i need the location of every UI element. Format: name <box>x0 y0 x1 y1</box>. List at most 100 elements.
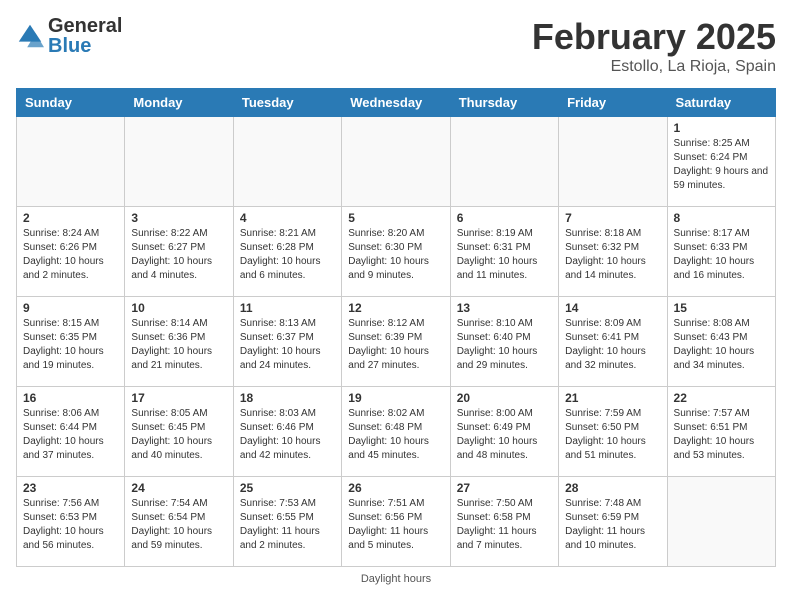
day-info: Sunrise: 8:05 AM Sunset: 6:45 PM Dayligh… <box>131 407 226 463</box>
day-info: Sunrise: 8:20 AM Sunset: 6:30 PM Dayligh… <box>348 227 443 283</box>
calendar-day-cell: 23 Sunrise: 7:56 AM Sunset: 6:53 PM Dayli… <box>17 477 125 567</box>
day-number: 7 <box>565 211 660 225</box>
calendar-day-cell: 7 Sunrise: 8:18 AM Sunset: 6:32 PM Daylig… <box>559 207 667 297</box>
footer: Daylight hours <box>16 573 776 585</box>
day-info: Sunrise: 8:10 AM Sunset: 6:40 PM Dayligh… <box>457 317 552 373</box>
calendar-day-cell: 16Sunrise: 8:06 AM Sunset: 6:44 PM Dayli… <box>17 387 125 477</box>
day-number: 26 <box>348 481 443 495</box>
calendar-day-cell <box>342 117 450 207</box>
day-number: 16 <box>23 391 118 405</box>
day-number: 6 <box>457 211 552 225</box>
day-number: 3 <box>131 211 226 225</box>
day-number: 15 <box>674 301 769 315</box>
day-number: 22 <box>674 391 769 405</box>
day-number: 21 <box>565 391 660 405</box>
calendar-week-row: 2 Sunrise: 8:24 AM Sunset: 6:26 PM Daylig… <box>17 207 776 297</box>
calendar-day-cell: 26Sunrise: 7:51 AM Sunset: 6:56 PM Dayli… <box>342 477 450 567</box>
calendar-day-cell <box>233 117 341 207</box>
day-info: Sunrise: 7:54 AM Sunset: 6:54 PM Dayligh… <box>131 497 226 553</box>
day-number: 5 <box>348 211 443 225</box>
day-number: 4 <box>240 211 335 225</box>
day-number: 11 <box>240 301 335 315</box>
day-info: Sunrise: 7:59 AM Sunset: 6:50 PM Dayligh… <box>565 407 660 463</box>
calendar-day-header: Thursday <box>450 89 558 117</box>
day-info: Sunrise: 8:19 AM Sunset: 6:31 PM Dayligh… <box>457 227 552 283</box>
calendar-day-header: Friday <box>559 89 667 117</box>
logo-general: General <box>48 16 122 36</box>
day-info: Sunrise: 8:13 AM Sunset: 6:37 PM Dayligh… <box>240 317 335 373</box>
day-number: 28 <box>565 481 660 495</box>
calendar-day-cell: 6 Sunrise: 8:19 AM Sunset: 6:31 PM Daylig… <box>450 207 558 297</box>
day-info: Sunrise: 8:09 AM Sunset: 6:41 PM Dayligh… <box>565 317 660 373</box>
calendar-day-cell: 19 Sunrise: 8:02 AM Sunset: 6:48 PM Dayli… <box>342 387 450 477</box>
calendar-day-header: Tuesday <box>233 89 341 117</box>
header: General Blue February 2025 Estollo, La R… <box>16 16 776 76</box>
calendar-table: SundayMondayTuesdayWednesdayThursdayFrid… <box>16 88 776 567</box>
calendar-day-cell <box>17 117 125 207</box>
calendar-header-row: SundayMondayTuesdayWednesdayThursdayFrid… <box>17 89 776 117</box>
day-number: 8 <box>674 211 769 225</box>
calendar-day-cell: 21 Sunrise: 7:59 AM Sunset: 6:50 PM Dayli… <box>559 387 667 477</box>
day-info: Sunrise: 7:56 AM Sunset: 6:53 PM Dayligh… <box>23 497 118 553</box>
day-number: 19 <box>348 391 443 405</box>
daylight-hours-label: Daylight hours <box>361 573 431 585</box>
logo-blue: Blue <box>48 36 122 56</box>
calendar-day-cell: 1 Sunrise: 8:25 AM Sunset: 6:24 PM Daylig… <box>667 117 775 207</box>
day-number: 18 <box>240 391 335 405</box>
calendar-day-header: Sunday <box>17 89 125 117</box>
day-info: Sunrise: 7:53 AM Sunset: 6:55 PM Dayligh… <box>240 497 335 553</box>
month-year: February 2025 <box>532 16 776 58</box>
calendar-week-row: 9Sunrise: 8:15 AM Sunset: 6:35 PM Daylig… <box>17 297 776 387</box>
day-number: 12 <box>348 301 443 315</box>
calendar-day-cell <box>125 117 233 207</box>
day-number: 17 <box>131 391 226 405</box>
calendar-week-row: 16Sunrise: 8:06 AM Sunset: 6:44 PM Dayli… <box>17 387 776 477</box>
day-info: Sunrise: 8:03 AM Sunset: 6:46 PM Dayligh… <box>240 407 335 463</box>
calendar-day-cell: 27Sunrise: 7:50 AM Sunset: 6:58 PM Dayli… <box>450 477 558 567</box>
calendar-day-cell: 10 Sunrise: 8:14 AM Sunset: 6:36 PM Dayli… <box>125 297 233 387</box>
calendar-day-cell <box>450 117 558 207</box>
location: Estollo, La Rioja, Spain <box>532 58 776 76</box>
calendar-day-cell: 8 Sunrise: 8:17 AM Sunset: 6:33 PM Daylig… <box>667 207 775 297</box>
day-number: 14 <box>565 301 660 315</box>
day-info: Sunrise: 8:25 AM Sunset: 6:24 PM Dayligh… <box>674 137 769 193</box>
day-number: 2 <box>23 211 118 225</box>
title-block: February 2025 Estollo, La Rioja, Spain <box>532 16 776 76</box>
day-info: Sunrise: 8:18 AM Sunset: 6:32 PM Dayligh… <box>565 227 660 283</box>
calendar-day-cell: 18 Sunrise: 8:03 AM Sunset: 6:46 PM Dayli… <box>233 387 341 477</box>
calendar-day-cell: 13 Sunrise: 8:10 AM Sunset: 6:40 PM Dayli… <box>450 297 558 387</box>
day-number: 1 <box>674 121 769 135</box>
day-info: Sunrise: 7:57 AM Sunset: 6:51 PM Dayligh… <box>674 407 769 463</box>
logo-text: General Blue <box>48 16 122 56</box>
day-info: Sunrise: 8:14 AM Sunset: 6:36 PM Dayligh… <box>131 317 226 373</box>
day-number: 9 <box>23 301 118 315</box>
page: General Blue February 2025 Estollo, La R… <box>0 0 792 601</box>
calendar-day-cell: 14 Sunrise: 8:09 AM Sunset: 6:41 PM Dayli… <box>559 297 667 387</box>
day-info: Sunrise: 8:21 AM Sunset: 6:28 PM Dayligh… <box>240 227 335 283</box>
calendar-day-cell: 12 Sunrise: 8:12 AM Sunset: 6:39 PM Dayli… <box>342 297 450 387</box>
calendar-day-cell: 20 Sunrise: 8:00 AM Sunset: 6:49 PM Dayli… <box>450 387 558 477</box>
day-info: Sunrise: 8:17 AM Sunset: 6:33 PM Dayligh… <box>674 227 769 283</box>
calendar-week-row: 23 Sunrise: 7:56 AM Sunset: 6:53 PM Dayli… <box>17 477 776 567</box>
day-info: Sunrise: 8:22 AM Sunset: 6:27 PM Dayligh… <box>131 227 226 283</box>
day-info: Sunrise: 8:00 AM Sunset: 6:49 PM Dayligh… <box>457 407 552 463</box>
calendar-week-row: 1 Sunrise: 8:25 AM Sunset: 6:24 PM Daylig… <box>17 117 776 207</box>
calendar-day-cell: 17 Sunrise: 8:05 AM Sunset: 6:45 PM Dayli… <box>125 387 233 477</box>
calendar-day-cell: 5 Sunrise: 8:20 AM Sunset: 6:30 PM Daylig… <box>342 207 450 297</box>
calendar-day-header: Saturday <box>667 89 775 117</box>
logo: General Blue <box>16 16 122 56</box>
day-info: Sunrise: 8:02 AM Sunset: 6:48 PM Dayligh… <box>348 407 443 463</box>
day-number: 13 <box>457 301 552 315</box>
day-info: Sunrise: 8:12 AM Sunset: 6:39 PM Dayligh… <box>348 317 443 373</box>
calendar-day-cell: 25Sunrise: 7:53 AM Sunset: 6:55 PM Dayli… <box>233 477 341 567</box>
day-info: Sunrise: 7:48 AM Sunset: 6:59 PM Dayligh… <box>565 497 660 553</box>
day-info: Sunrise: 8:08 AM Sunset: 6:43 PM Dayligh… <box>674 317 769 373</box>
calendar-day-cell: 24Sunrise: 7:54 AM Sunset: 6:54 PM Dayli… <box>125 477 233 567</box>
calendar-day-header: Monday <box>125 89 233 117</box>
day-info: Sunrise: 8:24 AM Sunset: 6:26 PM Dayligh… <box>23 227 118 283</box>
calendar-day-cell: 15 Sunrise: 8:08 AM Sunset: 6:43 PM Dayli… <box>667 297 775 387</box>
day-number: 27 <box>457 481 552 495</box>
day-number: 20 <box>457 391 552 405</box>
day-number: 10 <box>131 301 226 315</box>
day-number: 23 <box>23 481 118 495</box>
